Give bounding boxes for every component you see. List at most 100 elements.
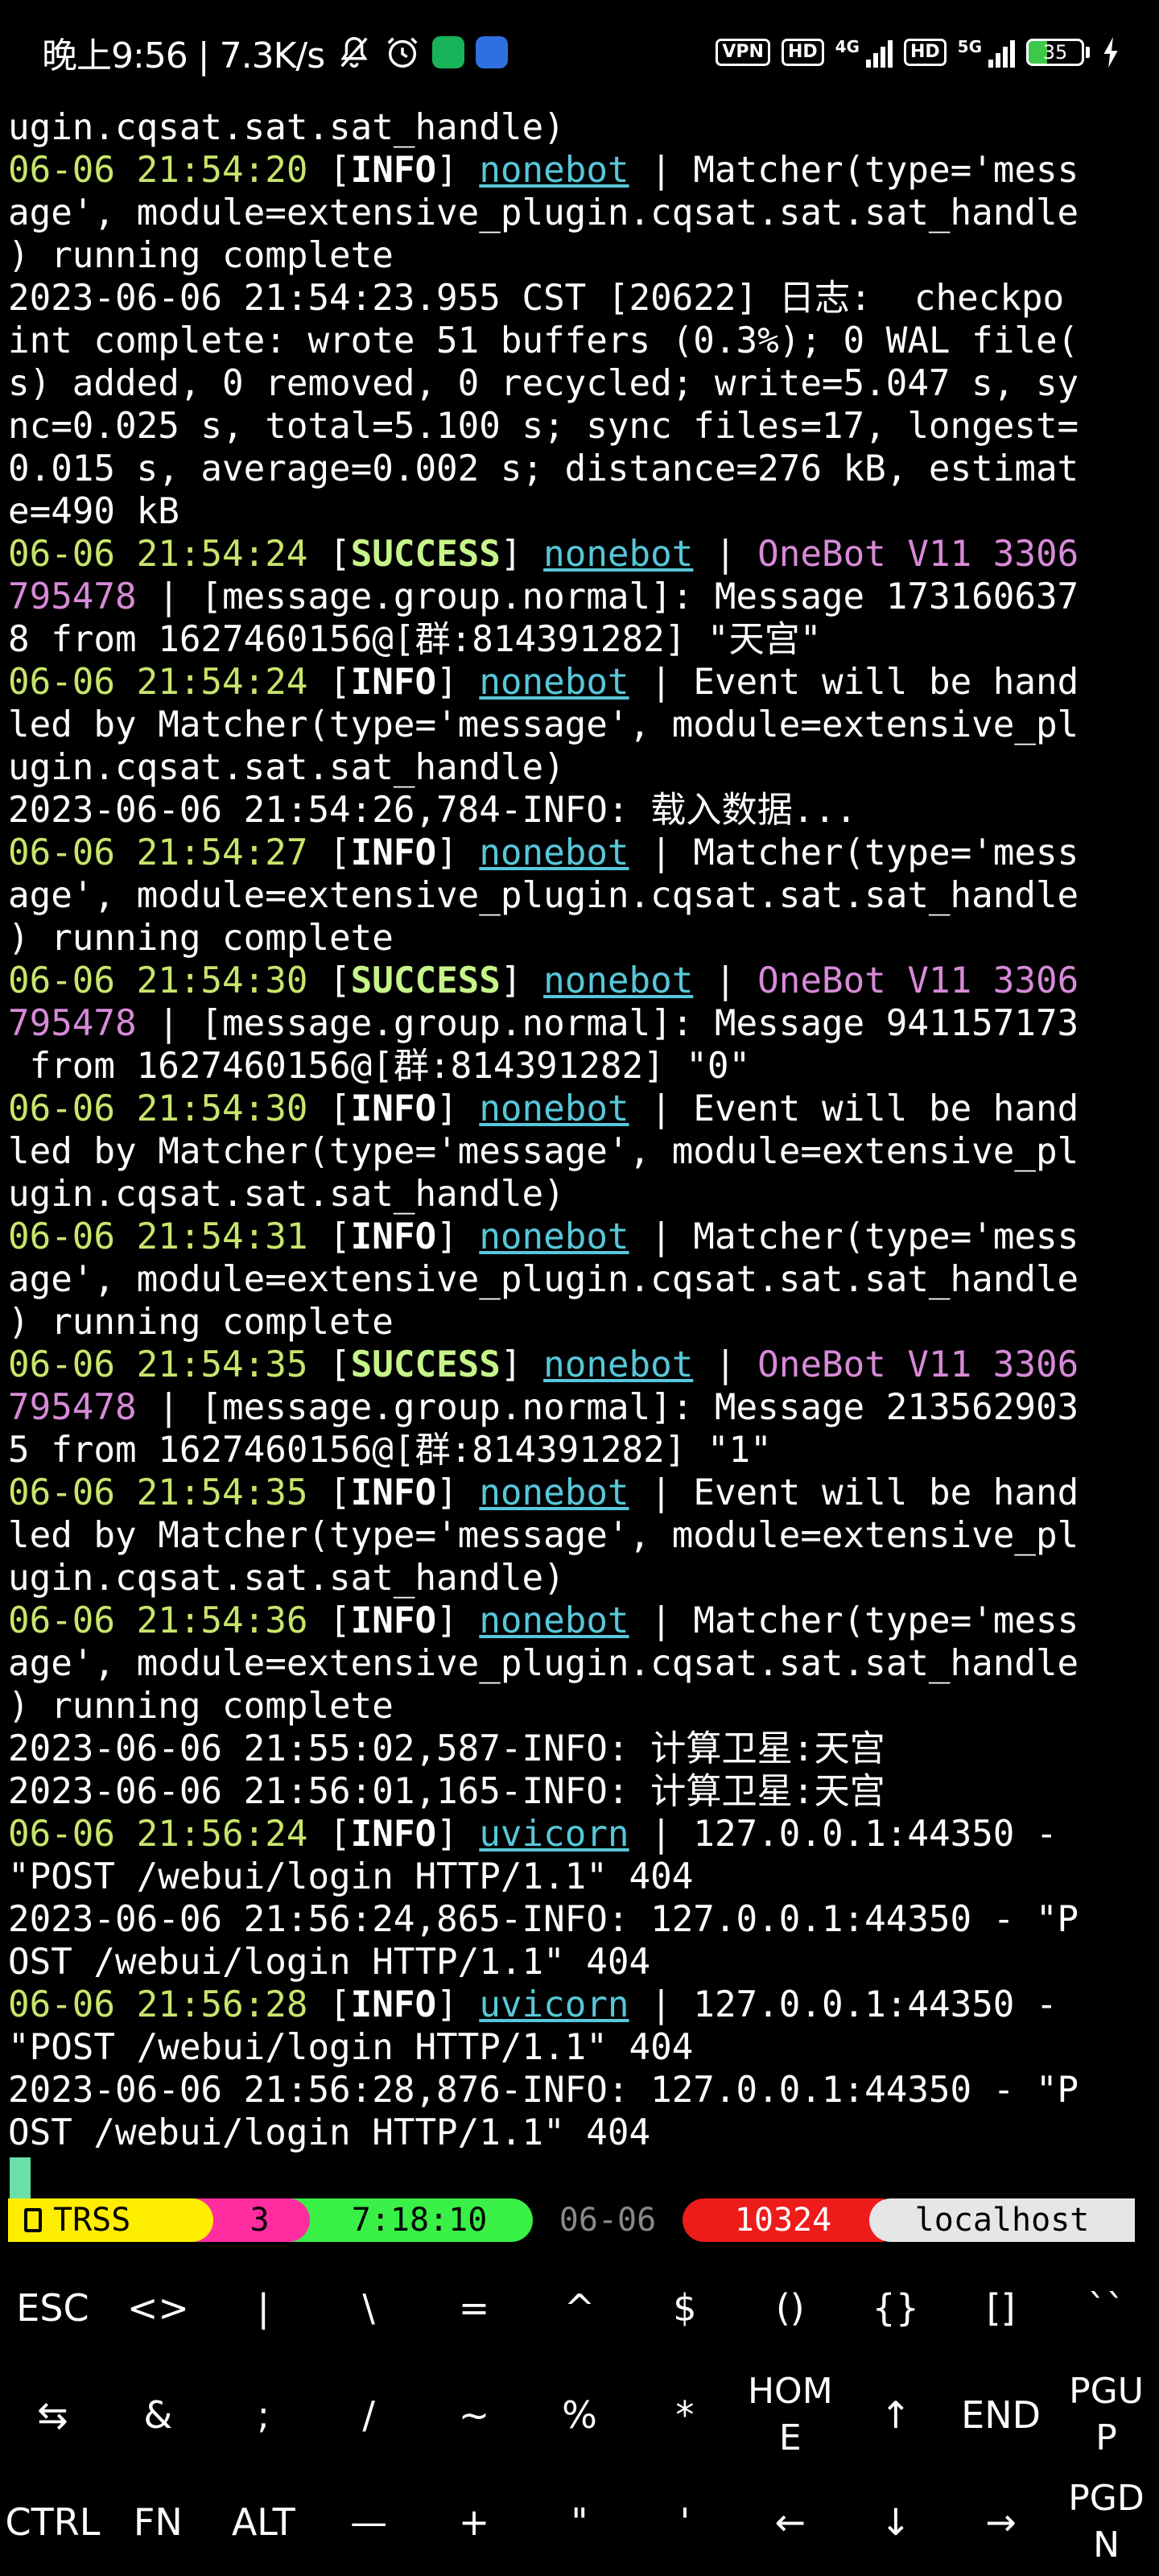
log-line: ugin.cqsat.sat.sat_handle): [8, 746, 1151, 789]
extra-key[interactable]: *: [632, 2361, 737, 2468]
log-adapter: OneBot V11 3306: [757, 534, 1079, 575]
log-text: ugin.cqsat.sat.sat_handle): [8, 1174, 565, 1215]
log-time: 06-06 21:54:30: [8, 1088, 308, 1129]
log-text: "POST /webui/login HTTP/1.1" 404: [8, 2027, 694, 2068]
extra-key[interactable]: PGU P: [1054, 2361, 1159, 2468]
log-text: age', module=extensive_plugin.cqsat.sat.…: [8, 875, 1079, 916]
log-text: from 1627460156@[群:814391282] "0": [8, 1046, 751, 1087]
log-text: |: [693, 960, 758, 1001]
hd-badge-2: HD: [903, 39, 947, 66]
extra-key[interactable]: ;: [211, 2361, 316, 2468]
tmux-hostname-text: localhost: [914, 2202, 1090, 2239]
log-adapter: OneBot V11 3306: [757, 960, 1079, 1001]
log-line: OST /webui/login HTTP/1.1" 404: [8, 2112, 1151, 2154]
log-text: [: [307, 534, 351, 575]
log-time: 06-06 21:54:20: [8, 150, 308, 191]
log-line: age', module=extensive_plugin.cqsat.sat.…: [8, 874, 1151, 917]
log-text: OST /webui/login HTTP/1.1" 404: [8, 2112, 651, 2153]
log-info: INFO: [350, 1088, 437, 1129]
log-text: | 127.0.0.1:44350 -: [629, 1814, 1058, 1855]
log-success: SUCCESS: [350, 960, 501, 1001]
extra-key[interactable]: \: [316, 2254, 422, 2361]
extra-key[interactable]: FN: [105, 2468, 211, 2575]
extra-key[interactable]: HOM E: [737, 2361, 843, 2468]
extra-key[interactable]: =: [422, 2254, 527, 2361]
extra-key[interactable]: (): [737, 2254, 843, 2361]
log-line: led by Matcher(type='message', module=ex…: [8, 1514, 1151, 1557]
log-text: 2023-06-06 21:56:24,865-INFO: 127.0.0.1:…: [8, 1899, 1079, 1940]
log-text: | Matcher(type='mess: [629, 1216, 1079, 1257]
extra-key[interactable]: PGD N: [1054, 2468, 1159, 2575]
tmux-date-text: 06-06: [559, 2202, 657, 2239]
log-adapter: OneBot V11 3306: [757, 1344, 1079, 1385]
extra-key[interactable]: ↑: [843, 2361, 948, 2468]
log-time: 06-06 21:54:36: [8, 1600, 308, 1641]
battery-icon: 35: [1026, 39, 1090, 66]
extra-key[interactable]: +: [422, 2468, 527, 2575]
extra-key[interactable]: CTRL: [0, 2468, 105, 2575]
log-time: 06-06 21:54:24: [8, 534, 308, 575]
log-text: ]: [500, 960, 544, 1001]
log-line: 06-06 21:54:36 [INFO] nonebot | Matcher(…: [8, 1600, 1151, 1642]
extra-key[interactable]: |: [211, 2254, 316, 2361]
mute-bell-icon: [336, 34, 373, 71]
extra-key[interactable]: —: [316, 2468, 422, 2575]
tmux-session[interactable]: TRSS: [8, 2198, 213, 2242]
log-line: 2023-06-06 21:55:02,587-INFO: 计算卫星:天宫: [8, 1728, 1151, 1770]
extra-key[interactable]: ALT: [211, 2468, 316, 2575]
terminal-output[interactable]: ugin.cqsat.sat.sat_handle) 06-06 21:54:20…: [8, 106, 1151, 2183]
extra-key[interactable]: →: [948, 2468, 1054, 2575]
extra-key[interactable]: %: [527, 2361, 633, 2468]
log-line: ) running complete: [8, 1685, 1151, 1728]
log-text: "POST /webui/login HTTP/1.1" 404: [8, 1856, 694, 1897]
log-line: 2023-06-06 21:54:26,784-INFO: 载入数据...: [8, 789, 1151, 832]
extra-key[interactable]: ': [632, 2468, 737, 2575]
log-text: [: [307, 1344, 351, 1385]
extra-key[interactable]: $: [632, 2254, 737, 2361]
battery-percent: 35: [1042, 41, 1068, 64]
extra-key[interactable]: <>: [105, 2254, 211, 2361]
log-line: 06-06 21:56:28 [INFO] uvicorn | 127.0.0.…: [8, 1984, 1151, 2026]
log-time: 06-06 21:54:35: [8, 1472, 308, 1513]
log-text: OST /webui/login HTTP/1.1" 404: [8, 1942, 651, 1983]
log-line: ugin.cqsat.sat.sat_handle): [8, 106, 1151, 149]
log-info: INFO: [350, 1216, 437, 1257]
log-text: ]: [436, 1216, 480, 1257]
extra-key[interactable]: ^: [527, 2254, 633, 2361]
extra-key[interactable]: ↓: [843, 2468, 948, 2575]
log-time: 06-06 21:54:35: [8, 1344, 308, 1385]
app-shield-icon: [432, 36, 465, 68]
extra-key[interactable]: []: [948, 2254, 1054, 2361]
tmux-pid: 10324: [683, 2198, 884, 2242]
log-line: from 1627460156@[群:814391282] "0": [8, 1045, 1151, 1088]
log-text: 2023-06-06 21:54:23.955 CST [20622] 日志: …: [8, 278, 1065, 319]
log-line: 06-06 21:54:35 [SUCCESS] nonebot | OneBo…: [8, 1344, 1151, 1386]
extra-key[interactable]: ~: [422, 2361, 527, 2468]
app-bot-icon: [476, 36, 509, 68]
log-text: ugin.cqsat.sat.sat_handle): [8, 1558, 565, 1599]
log-line: age', module=extensive_plugin.cqsat.sat.…: [8, 1642, 1151, 1685]
status-bar: 晚上9:56 | 7.3K/s VPN HD 4G HD 5G 35: [0, 0, 1159, 105]
extra-key[interactable]: {}: [843, 2254, 948, 2361]
extra-key[interactable]: ": [527, 2468, 633, 2575]
log-logger: nonebot: [479, 832, 629, 873]
log-info: INFO: [350, 150, 437, 191]
log-text: ]: [436, 662, 480, 703]
log-info: INFO: [350, 1814, 437, 1855]
log-line: "POST /webui/login HTTP/1.1" 404: [8, 2026, 1151, 2069]
extra-key[interactable]: ⇆: [0, 2361, 105, 2468]
extra-key[interactable]: ``: [1054, 2254, 1159, 2361]
log-line: 8 from 1627460156@[群:814391282] "天宫": [8, 618, 1151, 661]
extra-key[interactable]: ←: [737, 2468, 843, 2575]
extra-key[interactable]: ESC: [0, 2254, 105, 2361]
log-text: | Event will be hand: [629, 662, 1079, 703]
log-text: age', module=extensive_plugin.cqsat.sat.…: [8, 1259, 1079, 1300]
extra-key[interactable]: /: [316, 2361, 422, 2468]
log-text: ]: [436, 1472, 480, 1513]
log-text: ]: [436, 1814, 480, 1855]
log-line: 2023-06-06 21:54:23.955 CST [20622] 日志: …: [8, 277, 1151, 320]
extra-key[interactable]: END: [948, 2361, 1054, 2468]
extra-key[interactable]: &: [105, 2361, 211, 2468]
log-text: nc=0.025 s, total=5.100 s; sync files=17…: [8, 406, 1079, 447]
log-logger: nonebot: [479, 1088, 629, 1129]
